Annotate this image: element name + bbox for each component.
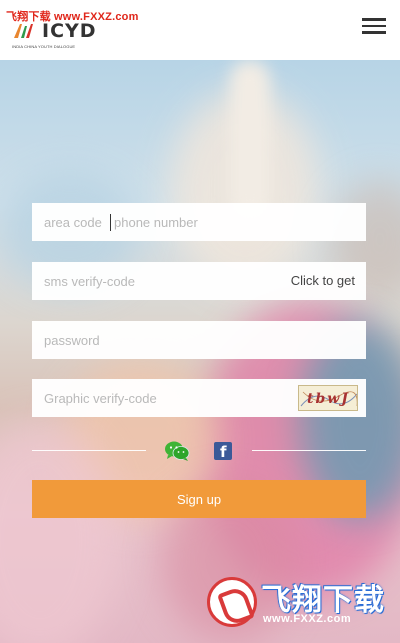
phone-number-input[interactable] (114, 203, 354, 241)
watermark-url: www.FXXZ.com (263, 613, 352, 625)
sms-field-row: Click to get (32, 262, 366, 300)
facebook-glyph: f (220, 443, 227, 461)
graphic-code-input[interactable] (44, 379, 284, 417)
captcha-image[interactable]: tbwJ (298, 385, 358, 411)
app-logo[interactable]: ICYD INDIA CHINA YOUTH DIALOGUE (12, 18, 96, 52)
input-cursor-divider (110, 214, 111, 231)
logo-flag-icon (14, 24, 33, 38)
sign-up-button[interactable]: Sign up (32, 480, 366, 518)
phone-field-row (32, 203, 366, 241)
get-sms-code-button[interactable]: Click to get (291, 273, 355, 288)
logo-tagline: INDIA CHINA YOUTH DIALOGUE (12, 44, 76, 49)
password-field-row (32, 321, 366, 359)
watermark-logo-icon (207, 577, 257, 627)
hamburger-menu-icon[interactable] (362, 18, 388, 38)
social-divider-left (32, 450, 146, 451)
logo-brand-text: ICYD (42, 20, 97, 42)
captcha-text: tbwJ (307, 391, 350, 407)
area-code-input[interactable] (44, 203, 108, 241)
app-header: 飞翔下载 www.FXXZ.com ICYD INDIA CHINA YOUTH… (0, 0, 400, 60)
site-watermark: 飞翔下载 www.FXXZ.com (203, 573, 387, 628)
facebook-icon[interactable]: f (214, 442, 232, 461)
social-divider-right (252, 450, 366, 451)
sms-code-input[interactable] (44, 262, 284, 300)
password-input[interactable] (44, 321, 284, 359)
graphic-code-field-row: tbwJ (32, 379, 366, 417)
wechat-icon[interactable] (164, 440, 190, 462)
